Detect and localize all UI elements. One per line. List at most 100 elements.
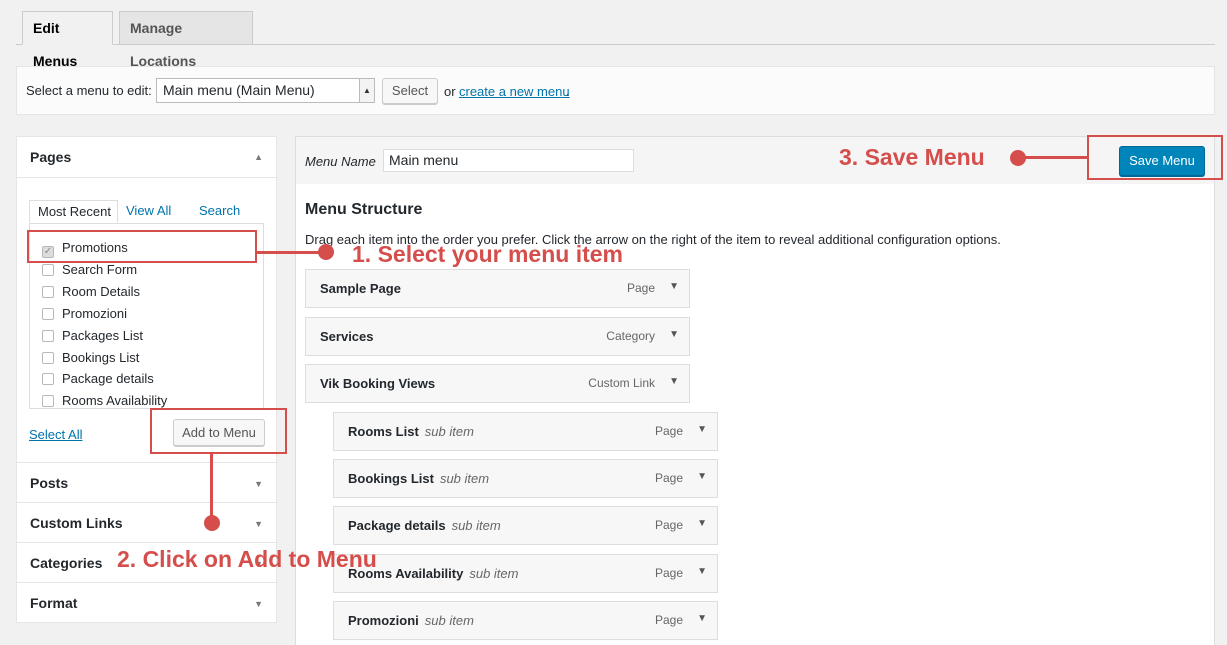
menu-item[interactable]: Rooms Availability sub item Page ▼ <box>333 554 718 593</box>
dropdown-arrow-icon: ▲ <box>359 79 374 102</box>
divider <box>17 542 276 543</box>
callout-line-step3 <box>1020 156 1088 159</box>
pages-section-header[interactable]: Pages <box>17 149 276 165</box>
checkbox[interactable] <box>42 308 54 320</box>
checkbox[interactable] <box>42 286 54 298</box>
divider <box>17 502 276 503</box>
menu-item[interactable]: Bookings List sub item Page ▼ <box>333 459 718 498</box>
callout-line-step1 <box>257 251 327 254</box>
callout-line-step2 <box>210 454 213 520</box>
menu-item-title: Bookings List sub item <box>348 471 489 486</box>
menu-item[interactable]: Promozioni sub item Page ▼ <box>333 601 718 640</box>
menu-item-sub-label: sub item <box>424 424 474 439</box>
callout-step3: 3. Save Menu <box>839 144 985 170</box>
highlight-box-step3 <box>1087 135 1223 180</box>
tab-edit-menus[interactable]: Edit Menus <box>22 11 113 69</box>
categories-section-title: Categories <box>30 555 103 571</box>
list-item[interactable]: Room Details <box>42 282 140 302</box>
list-item-label: Rooms Availability <box>62 393 168 408</box>
list-item[interactable]: Packages List <box>42 326 143 346</box>
triangle-down-icon[interactable]: ▼ <box>669 329 679 340</box>
divider <box>17 582 276 583</box>
triangle-down-icon[interactable]: ▼ <box>697 613 707 624</box>
triangle-up-icon[interactable]: ▲ <box>254 152 263 162</box>
highlight-box-step1 <box>27 230 257 263</box>
list-item[interactable]: Rooms Availability <box>42 391 168 408</box>
divider <box>17 177 276 178</box>
menu-item-type: Page <box>654 613 683 627</box>
custom-links-section-header[interactable]: Custom Links <box>17 515 276 531</box>
menu-dropdown-value: Main menu (Main Menu) <box>163 82 315 98</box>
menu-dropdown[interactable]: Main menu (Main Menu) ▲ <box>156 78 375 103</box>
list-item[interactable]: Bookings List <box>42 348 139 368</box>
menu-item[interactable]: Sample Page Page ▼ <box>305 269 690 308</box>
triangle-down-icon[interactable]: ▼ <box>697 471 707 482</box>
menu-item[interactable]: Vik Booking Views Custom Link ▼ <box>305 364 690 403</box>
menu-item-title: Package details sub item <box>348 518 501 533</box>
tab-manage-locations[interactable]: Manage Locations <box>119 11 253 69</box>
posts-section-title: Posts <box>30 475 69 491</box>
triangle-down-icon[interactable]: ▼ <box>254 599 263 609</box>
triangle-down-icon[interactable]: ▼ <box>697 518 707 529</box>
menu-item-title: Rooms List sub item <box>348 424 474 439</box>
menu-item[interactable]: Rooms List sub item Page ▼ <box>333 412 718 451</box>
menu-item[interactable]: Package details sub item Page ▼ <box>333 506 718 545</box>
menu-item-sub-label: sub item <box>451 518 501 533</box>
menu-item-sub-label: sub item <box>469 566 519 581</box>
triangle-down-icon[interactable]: ▼ <box>254 519 263 529</box>
menu-item-type: Custom Link <box>588 376 655 390</box>
menu-item-name: Promozioni <box>348 613 419 628</box>
menu-item-type: Page <box>654 518 683 532</box>
menu-item-name: Rooms List <box>348 424 419 439</box>
menu-select-bar: Select a menu to edit: Main menu (Main M… <box>16 66 1215 115</box>
list-item[interactable]: Search Form <box>42 260 137 280</box>
callout-step1: 1. Select your menu item <box>352 241 623 267</box>
menu-item-title: Vik Booking Views <box>320 376 436 391</box>
list-item-label: Packages List <box>62 328 143 343</box>
or-text: or <box>444 84 456 99</box>
checkbox[interactable] <box>42 395 54 407</box>
triangle-down-icon[interactable]: ▼ <box>697 566 707 577</box>
menu-item-title: Sample Page <box>320 281 401 296</box>
list-item-label: Package details <box>62 371 154 386</box>
tab-search[interactable]: Search <box>191 200 248 223</box>
format-section-title: Format <box>30 595 78 611</box>
tab-view-all[interactable]: View All <box>118 200 179 223</box>
list-item-label: Bookings List <box>62 350 140 365</box>
select-menu-button[interactable]: Select <box>382 78 438 104</box>
callout-step2: 2. Click on Add to Menu <box>117 546 377 572</box>
checkbox[interactable] <box>42 330 54 342</box>
select-all-link[interactable]: Select All <box>29 427 82 442</box>
menu-item-sub-label: sub item <box>424 613 474 628</box>
list-item[interactable]: Promozioni <box>42 304 127 324</box>
triangle-down-icon[interactable]: ▼ <box>669 376 679 387</box>
select-menu-label: Select a menu to edit: <box>26 83 152 98</box>
callout-dot-step1 <box>318 244 334 260</box>
menu-item[interactable]: Services Category ▼ <box>305 317 690 356</box>
checkbox[interactable] <box>42 264 54 276</box>
menu-item-title: Services <box>320 329 374 344</box>
menu-item-sub-label: sub item <box>439 471 490 486</box>
create-new-menu-link[interactable]: create a new menu <box>459 84 570 99</box>
menu-item-name: Package details <box>348 518 446 533</box>
tab-most-recent[interactable]: Most Recent <box>29 200 118 223</box>
menu-item-name: Bookings List <box>348 471 434 486</box>
list-item-label: Search Form <box>62 262 138 277</box>
menu-item-type: Category <box>606 329 655 343</box>
menu-structure-title: Menu Structure <box>305 201 423 218</box>
checkbox[interactable] <box>42 373 54 385</box>
callout-dot-step2 <box>204 515 220 531</box>
triangle-down-icon[interactable]: ▼ <box>669 281 679 292</box>
posts-section-header[interactable]: Posts <box>17 475 276 491</box>
triangle-down-icon[interactable]: ▼ <box>254 479 263 489</box>
list-item[interactable]: Package details <box>42 369 154 389</box>
menu-item-type: Page <box>654 566 683 580</box>
custom-links-section-title: Custom Links <box>30 515 123 531</box>
menu-item-type: Page <box>654 424 683 438</box>
period-text: . <box>566 84 570 99</box>
checkbox[interactable] <box>42 352 54 364</box>
menu-name-input[interactable]: Main menu <box>383 149 634 172</box>
triangle-down-icon[interactable]: ▼ <box>697 424 707 435</box>
divider <box>17 462 276 463</box>
format-section-header[interactable]: Format <box>17 595 276 611</box>
